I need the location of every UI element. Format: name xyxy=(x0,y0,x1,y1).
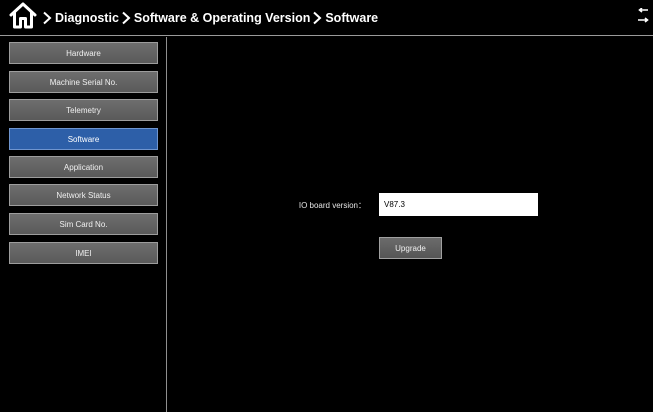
chevron-right-icon xyxy=(121,11,131,25)
screen: Diagnostic Software & Operating Version … xyxy=(0,0,653,412)
header-bar: Diagnostic Software & Operating Version … xyxy=(0,0,653,36)
sidebar-item-telemetry[interactable]: Telemetry xyxy=(9,99,158,121)
chevron-right-icon xyxy=(42,11,52,25)
back-button[interactable] xyxy=(635,6,651,29)
breadcrumb-software: Software xyxy=(325,10,379,25)
sidebar-item-hardware[interactable]: Hardware xyxy=(9,42,158,64)
io-board-version-field[interactable] xyxy=(379,193,538,216)
sidebar-item-application[interactable]: Application xyxy=(9,156,158,178)
upgrade-button[interactable]: Upgrade xyxy=(379,237,442,259)
sidebar-item-imei[interactable]: IMEI xyxy=(9,242,158,264)
back-arrow-icon xyxy=(637,6,649,29)
sidebar-item-software[interactable]: Software xyxy=(9,128,158,150)
sidebar-item-network-status[interactable]: Network Status xyxy=(9,184,158,206)
home-icon xyxy=(8,0,38,35)
io-board-version-label: IO board version： xyxy=(298,201,366,210)
home-button[interactable] xyxy=(6,1,40,35)
breadcrumb: Diagnostic Software & Operating Version … xyxy=(40,11,378,25)
sidebar: Hardware Machine Serial No. Telemetry So… xyxy=(0,37,167,412)
chevron-right-icon xyxy=(312,11,322,25)
sidebar-item-machine-serial-no[interactable]: Machine Serial No. xyxy=(9,71,158,93)
breadcrumb-software-operating-version[interactable]: Software & Operating Version xyxy=(134,11,310,25)
sidebar-item-sim-card-no[interactable]: Sim Card No. xyxy=(9,213,158,235)
breadcrumb-diagnostic[interactable]: Diagnostic xyxy=(55,11,119,25)
